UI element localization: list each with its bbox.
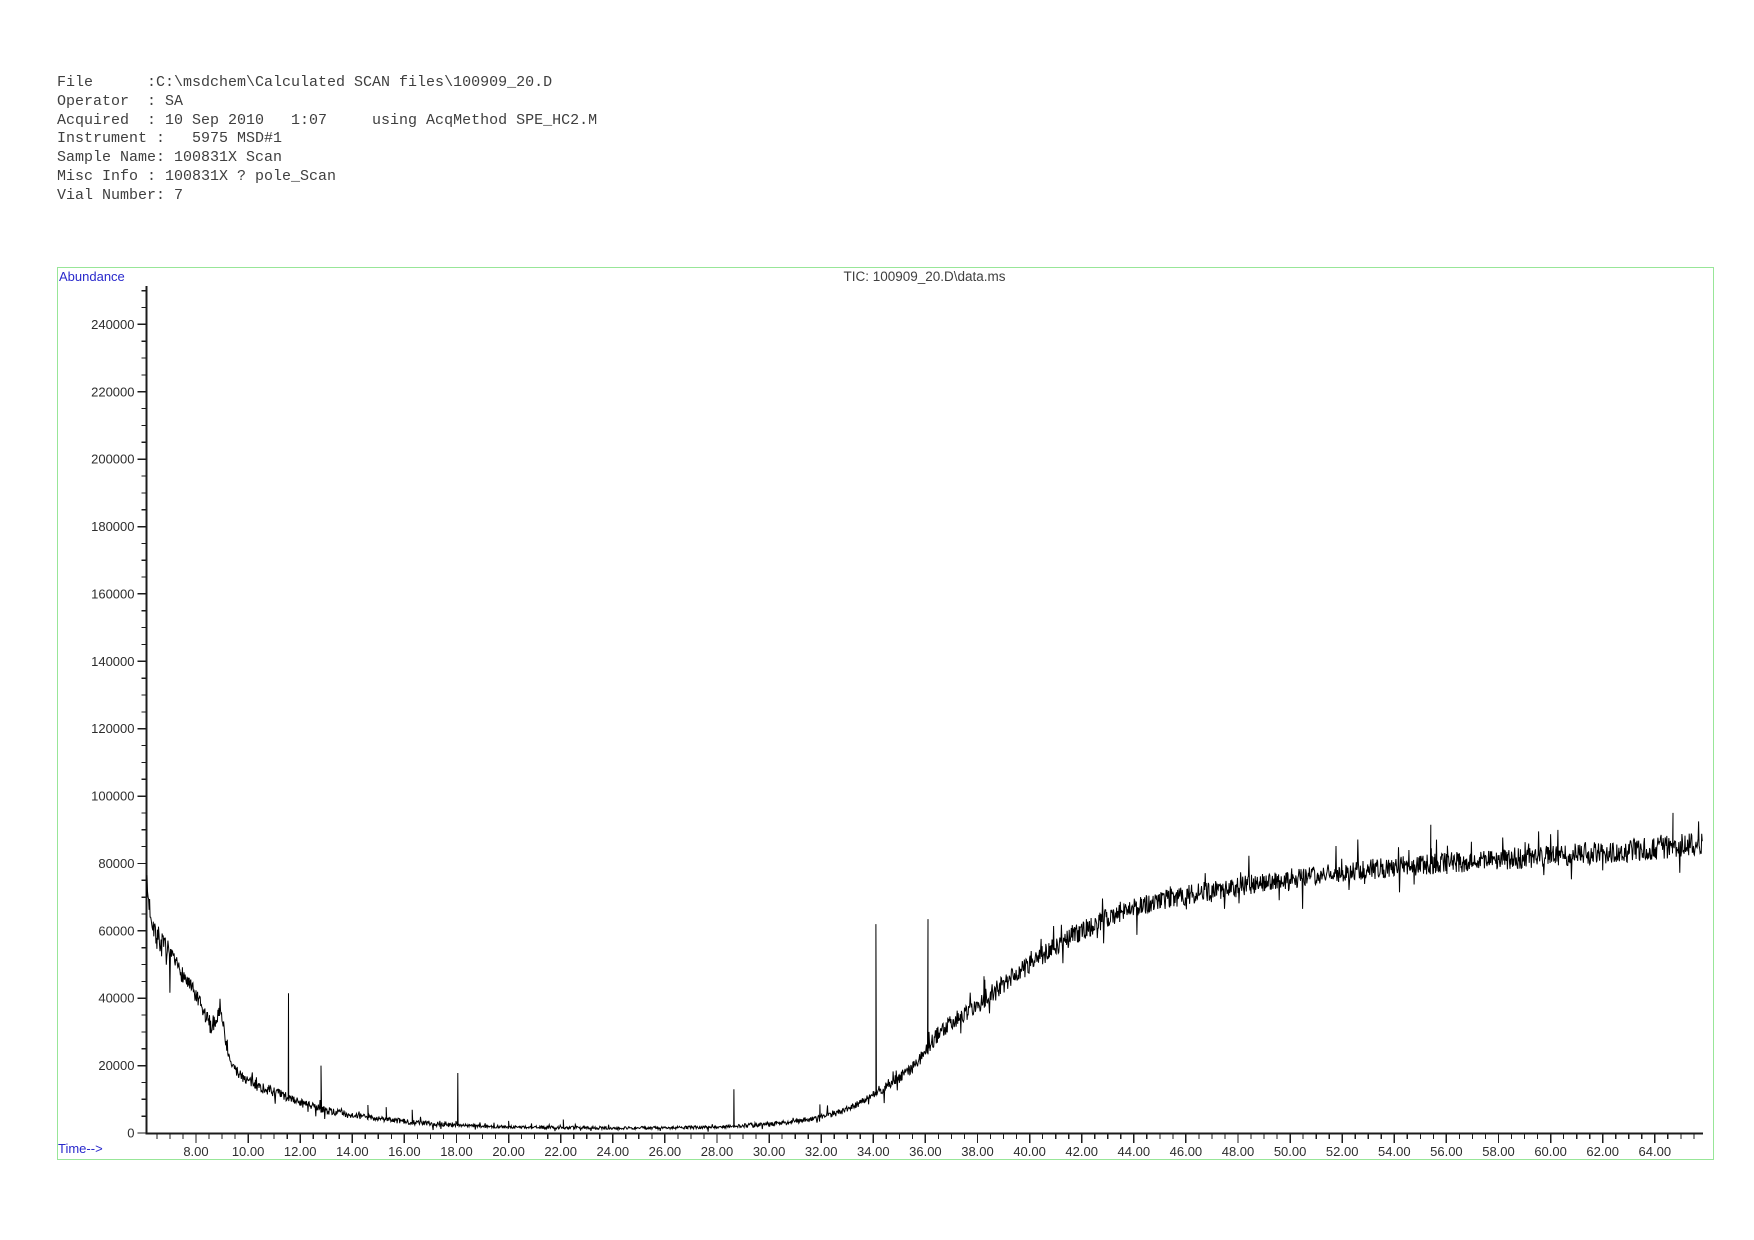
x-tick-label: 48.00 xyxy=(1222,1144,1255,1159)
x-tick-label: 46.00 xyxy=(1170,1144,1203,1159)
x-tick-label: 12.00 xyxy=(284,1144,317,1159)
x-tick-label: 10.00 xyxy=(232,1144,265,1159)
x-tick-label: 44.00 xyxy=(1118,1144,1151,1159)
x-tick-label: 52.00 xyxy=(1326,1144,1359,1159)
x-tick-label: 16.00 xyxy=(388,1144,421,1159)
y-tick-label: 120000 xyxy=(91,721,134,736)
x-tick-label: 38.00 xyxy=(961,1144,994,1159)
x-tick-label: 22.00 xyxy=(544,1144,577,1159)
chromatogram-plot: 8.00 10.00 12.00 14.00 16.00 18.00 20.00 22.00 2… xyxy=(91,286,1703,1159)
y-tick-label: 140000 xyxy=(91,654,134,669)
x-tick-label: 50.00 xyxy=(1274,1144,1307,1159)
x-tick-label: 18.00 xyxy=(440,1144,473,1159)
x-tick-label: 40.00 xyxy=(1013,1144,1046,1159)
y-tick-label: 40000 xyxy=(98,991,134,1006)
x-tick-label: 14.00 xyxy=(336,1144,369,1159)
x-tick-label: 26.00 xyxy=(649,1144,682,1159)
y-tick-label: 80000 xyxy=(98,856,134,871)
y-tick-label: 180000 xyxy=(91,519,134,534)
x-tick-label: 20.00 xyxy=(492,1144,525,1159)
x-tick-label: 28.00 xyxy=(701,1144,734,1159)
x-tick-label: 32.00 xyxy=(805,1144,838,1159)
x-tick-label: 8.00 xyxy=(183,1144,208,1159)
x-tick-label: 34.00 xyxy=(857,1144,890,1159)
x-tick-label: 62.00 xyxy=(1586,1144,1619,1159)
x-tick-label: 42.00 xyxy=(1065,1144,1098,1159)
y-tick-label: 200000 xyxy=(91,452,134,467)
y-tick-label: 60000 xyxy=(98,923,134,938)
x-tick-label: 24.00 xyxy=(597,1144,630,1159)
x-tick-label: 60.00 xyxy=(1534,1144,1567,1159)
y-tick-label: 0 xyxy=(127,1126,134,1141)
y-tick-label: 220000 xyxy=(91,384,134,399)
x-tick-label: 36.00 xyxy=(909,1144,942,1159)
y-tick-label: 240000 xyxy=(91,317,134,332)
tic-trace xyxy=(146,812,1703,1132)
y-tick-label: 20000 xyxy=(98,1058,134,1073)
x-tick-label: 54.00 xyxy=(1378,1144,1411,1159)
y-tick-label: 100000 xyxy=(91,789,134,804)
y-tick-label: 160000 xyxy=(91,586,134,601)
x-tick-label: 64.00 xyxy=(1639,1144,1672,1159)
chemstation-report-page: File :C:\msdchem\Calculated SCAN files\1… xyxy=(0,0,1754,1240)
x-tick-label: 30.00 xyxy=(753,1144,786,1159)
x-tick-label: 58.00 xyxy=(1482,1144,1515,1159)
x-tick-label: 56.00 xyxy=(1430,1144,1463,1159)
